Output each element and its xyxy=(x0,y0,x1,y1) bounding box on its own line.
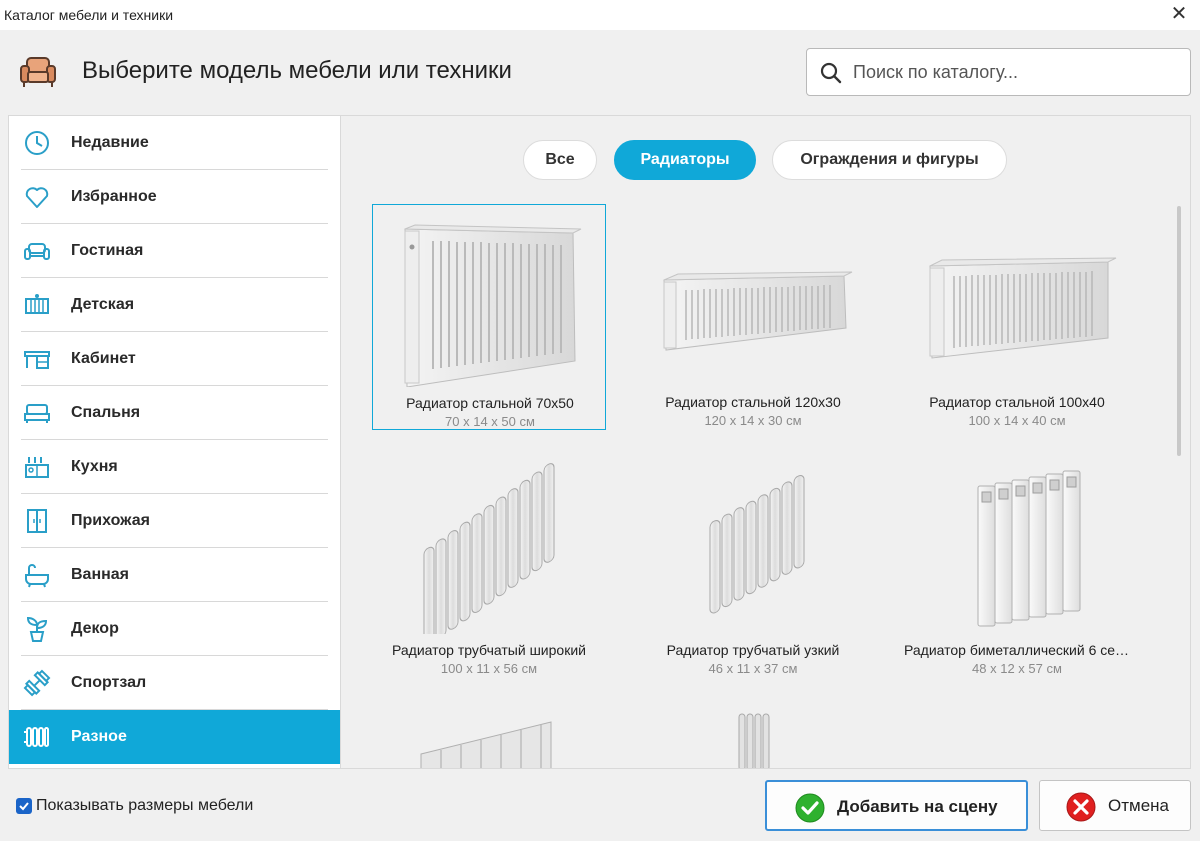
sofa-icon xyxy=(23,237,51,265)
sidebar-item-kitchen[interactable]: Кухня xyxy=(9,440,340,494)
sidebar-item-misc[interactable]: Разное xyxy=(9,710,340,764)
sidebar-item-label: Гостиная xyxy=(71,242,144,259)
item-name: Радиатор стальной 120x30 xyxy=(665,394,841,410)
filter-fences-figures[interactable]: Ограждения и фигуры xyxy=(772,140,1007,180)
sidebar-item-office[interactable]: Кабинет xyxy=(9,332,340,386)
crib-icon xyxy=(23,291,51,319)
sidebar-item-label: Спальня xyxy=(71,404,141,421)
sidebar-item-label: Кухня xyxy=(71,458,118,475)
vertical-scrollbar[interactable] xyxy=(1177,206,1181,456)
sidebar-item-gym[interactable]: Спортзал xyxy=(9,656,340,710)
radiator-bimetal-image xyxy=(912,458,1122,634)
add-to-scene-label: Добавить на сцену xyxy=(837,797,998,816)
show-dimensions-checkbox[interactable] xyxy=(16,798,32,814)
radiator-tubular-image xyxy=(735,712,771,768)
item-dimensions: 46 x 11 x 37 см xyxy=(708,661,798,676)
sidebar-item-label: Кабинет xyxy=(71,350,136,367)
catalog-content: Все Радиаторы Ограждения и фигуры Радиат… xyxy=(341,115,1191,769)
filter-all[interactable]: Все xyxy=(523,140,597,180)
item-name: Радиатор стальной 100x40 xyxy=(929,394,1105,410)
window-title: Каталог мебели и техники xyxy=(4,7,174,23)
search-input[interactable] xyxy=(853,59,1173,85)
radiator-icon xyxy=(23,723,51,751)
armchair-icon xyxy=(18,52,58,92)
radiator-bimetal-image xyxy=(411,714,561,768)
bathtub-icon xyxy=(23,561,51,589)
sidebar-item-recent[interactable]: Недавние xyxy=(9,116,340,170)
catalog-item-bimetal-6[interactable]: Радиатор биметаллический 6 сек... 48 x 1… xyxy=(900,452,1134,678)
search-box[interactable] xyxy=(806,48,1191,96)
clock-icon xyxy=(23,129,51,157)
page-title: Выберите модель мебели или техники xyxy=(82,57,512,84)
sidebar-item-label: Ванная xyxy=(71,566,130,583)
catalog-item-tubular-narrow[interactable]: Радиатор трубчатый узкий 46 x 11 x 37 см xyxy=(636,452,870,678)
kitchen-icon xyxy=(23,453,51,481)
dialog-header: Выберите модель мебели или техники xyxy=(0,30,1200,114)
catalog-item-steel-100x40[interactable]: Радиатор стальной 100x40 100 x 14 x 40 с… xyxy=(900,204,1134,430)
catalog-item-steel-70x50[interactable]: Радиатор стальной 70x50 70 x 14 x 50 см xyxy=(372,204,606,430)
sidebar-item-bedroom[interactable]: Спальня xyxy=(9,386,340,440)
add-to-scene-button[interactable]: Добавить на сцену xyxy=(765,780,1028,831)
window-titlebar: Каталог мебели и техники ✕ xyxy=(0,0,1200,30)
item-dimensions: 100 x 14 x 40 см xyxy=(968,413,1066,428)
item-dimensions: 70 x 14 x 50 см xyxy=(445,414,535,429)
desk-icon xyxy=(23,345,51,373)
sidebar-item-living-room[interactable]: Гостиная xyxy=(9,224,340,278)
show-dimensions-label[interactable]: Показывать размеры мебели xyxy=(36,797,253,815)
dumbbell-icon xyxy=(23,669,51,697)
sidebar-item-nursery[interactable]: Детская xyxy=(9,278,340,332)
wardrobe-icon xyxy=(23,507,51,535)
item-name: Радиатор биметаллический 6 сек... xyxy=(904,642,1133,658)
sidebar-item-label: Недавние xyxy=(71,134,149,151)
sidebar-item-bathroom[interactable]: Ванная xyxy=(9,548,340,602)
close-icon[interactable]: ✕ xyxy=(1168,3,1190,25)
radiator-tubular-image xyxy=(648,458,858,634)
plant-icon xyxy=(23,615,51,643)
sidebar-item-decor[interactable]: Декор xyxy=(9,602,340,656)
catalog-item-tubular-wide[interactable]: Радиатор трубчатый широкий 100 x 11 x 56… xyxy=(372,452,606,678)
item-dimensions: 48 x 12 x 57 см xyxy=(972,661,1062,676)
sidebar-item-favorites[interactable]: Избранное xyxy=(9,170,340,224)
radiator-tubular-image xyxy=(384,458,594,647)
sidebar-item-label: Детская xyxy=(71,296,135,313)
sidebar-item-label: Декор xyxy=(71,620,119,637)
item-name: Радиатор стальной 70x50 xyxy=(406,395,574,411)
category-sidebar: Недавние Избранное Гостиная Детская Каби… xyxy=(8,115,341,769)
heart-icon xyxy=(23,183,51,211)
sidebar-item-label: Избранное xyxy=(71,188,157,205)
checkmark-icon xyxy=(795,793,825,823)
radiator-steel-image xyxy=(385,211,595,388)
item-dimensions: 120 x 14 x 30 см xyxy=(704,413,802,428)
cancel-label: Отмена xyxy=(1108,796,1169,815)
catalog-item-steel-120x30[interactable]: Радиатор стальной 120x30 120 x 14 x 30 с… xyxy=(636,204,870,430)
radiator-steel-image xyxy=(648,210,858,386)
item-dimensions: 100 x 11 x 56 см xyxy=(440,661,538,676)
filter-radiators[interactable]: Радиаторы xyxy=(614,140,756,180)
sidebar-item-hallway[interactable]: Прихожая xyxy=(9,494,340,548)
cancel-button[interactable]: Отмена xyxy=(1039,780,1191,831)
search-icon xyxy=(819,61,843,85)
radiator-steel-image xyxy=(912,210,1122,386)
sidebar-item-label: Спортзал xyxy=(71,674,147,691)
cancel-icon xyxy=(1066,792,1096,822)
bed-icon xyxy=(23,399,51,427)
sidebar-item-label: Прихожая xyxy=(71,512,150,529)
item-name: Радиатор трубчатый широкий xyxy=(392,642,586,658)
dialog-footer: Показывать размеры мебели Добавить на сц… xyxy=(0,770,1200,841)
sidebar-item-label: Разное xyxy=(71,728,127,745)
item-name: Радиатор трубчатый узкий xyxy=(666,642,840,658)
